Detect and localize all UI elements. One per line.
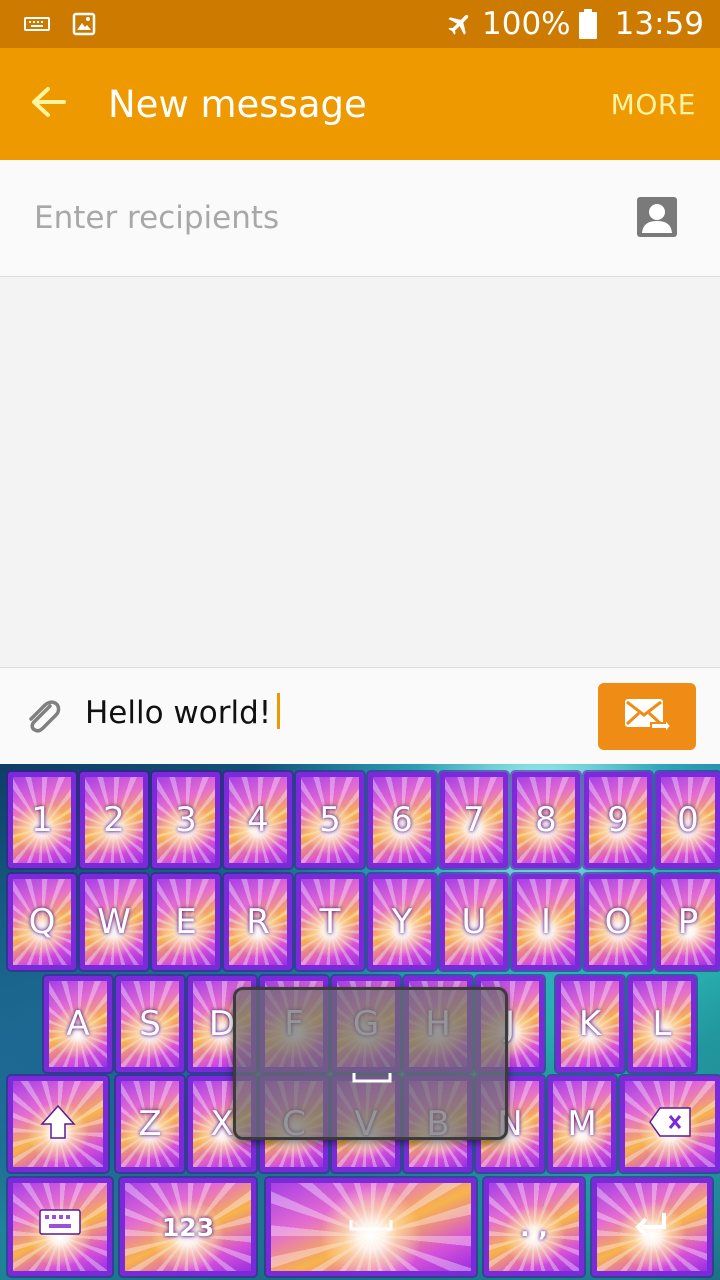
text-cursor xyxy=(277,693,281,729)
key-2[interactable]: 2 xyxy=(80,772,148,868)
attach-button[interactable] xyxy=(20,694,66,740)
key-k[interactable]: K xyxy=(556,976,624,1072)
more-button[interactable]: MORE xyxy=(611,88,696,121)
app-bar: New message MORE xyxy=(0,48,720,160)
send-message-icon xyxy=(621,693,673,741)
battery-icon xyxy=(578,9,597,39)
key-4[interactable]: 4 xyxy=(224,772,292,868)
back-arrow-icon xyxy=(30,86,66,122)
space-key[interactable] xyxy=(266,1178,476,1276)
backspace-key[interactable] xyxy=(620,1076,720,1172)
key-w[interactable]: W xyxy=(80,874,148,970)
key-z[interactable]: Z xyxy=(116,1076,184,1172)
message-text: Hello world! xyxy=(85,695,272,731)
back-button[interactable] xyxy=(0,48,96,160)
key-5[interactable]: 5 xyxy=(296,772,364,868)
key-m[interactable]: M xyxy=(548,1076,616,1172)
key-6[interactable]: 6 xyxy=(368,772,436,868)
message-input[interactable]: Hello world! xyxy=(85,693,281,731)
space-bar-icon xyxy=(348,1217,394,1237)
key-q[interactable]: Q xyxy=(8,874,76,970)
key-3[interactable]: 3 xyxy=(152,772,220,868)
clock: 13:59 xyxy=(614,6,704,42)
status-bar: 100% 13:59 xyxy=(0,0,720,48)
enter-key[interactable] xyxy=(592,1178,712,1276)
paperclip-icon xyxy=(20,700,66,744)
key-l[interactable]: L xyxy=(628,976,696,1072)
key-8[interactable]: 8 xyxy=(512,772,580,868)
conversation-area xyxy=(0,277,720,667)
send-button[interactable] xyxy=(598,683,696,750)
key-u[interactable]: U xyxy=(440,874,508,970)
key-p[interactable]: P xyxy=(656,874,720,970)
key-i[interactable]: I xyxy=(512,874,580,970)
shift-key[interactable] xyxy=(8,1076,108,1172)
key-a[interactable]: A xyxy=(44,976,112,1072)
recipients-input[interactable] xyxy=(32,199,596,237)
key-7[interactable]: 7 xyxy=(440,772,508,868)
key-preview-popup xyxy=(233,987,508,1140)
keyboard-settings-key[interactable] xyxy=(8,1178,112,1276)
enter-arrow-icon xyxy=(632,1209,672,1245)
key-t[interactable]: T xyxy=(296,874,364,970)
shift-arrow-icon xyxy=(38,1102,78,1146)
keyboard-settings-icon xyxy=(38,1208,82,1246)
punctuation-key[interactable]: . , xyxy=(484,1178,584,1276)
airplane-mode-icon xyxy=(446,10,474,38)
key-r[interactable]: R xyxy=(224,874,292,970)
key-y[interactable]: Y xyxy=(368,874,436,970)
page-title: New message xyxy=(108,82,367,126)
backspace-icon xyxy=(648,1106,692,1142)
contact-icon xyxy=(636,197,678,242)
battery-percentage: 100% xyxy=(482,6,571,42)
key-1[interactable]: 1 xyxy=(8,772,76,868)
key-o[interactable]: O xyxy=(584,874,652,970)
compose-bar: Hello world! xyxy=(0,667,720,765)
key-s[interactable]: S xyxy=(116,976,184,1072)
key-0[interactable]: 0 xyxy=(656,772,720,868)
contacts-button[interactable] xyxy=(636,196,678,238)
keyboard-icon xyxy=(24,16,50,32)
image-icon xyxy=(72,12,96,36)
space-bar-icon xyxy=(351,1070,393,1089)
recipients-row xyxy=(0,160,720,277)
symbols-key[interactable]: 123 xyxy=(120,1178,256,1276)
key-9[interactable]: 9 xyxy=(584,772,652,868)
key-e[interactable]: E xyxy=(152,874,220,970)
